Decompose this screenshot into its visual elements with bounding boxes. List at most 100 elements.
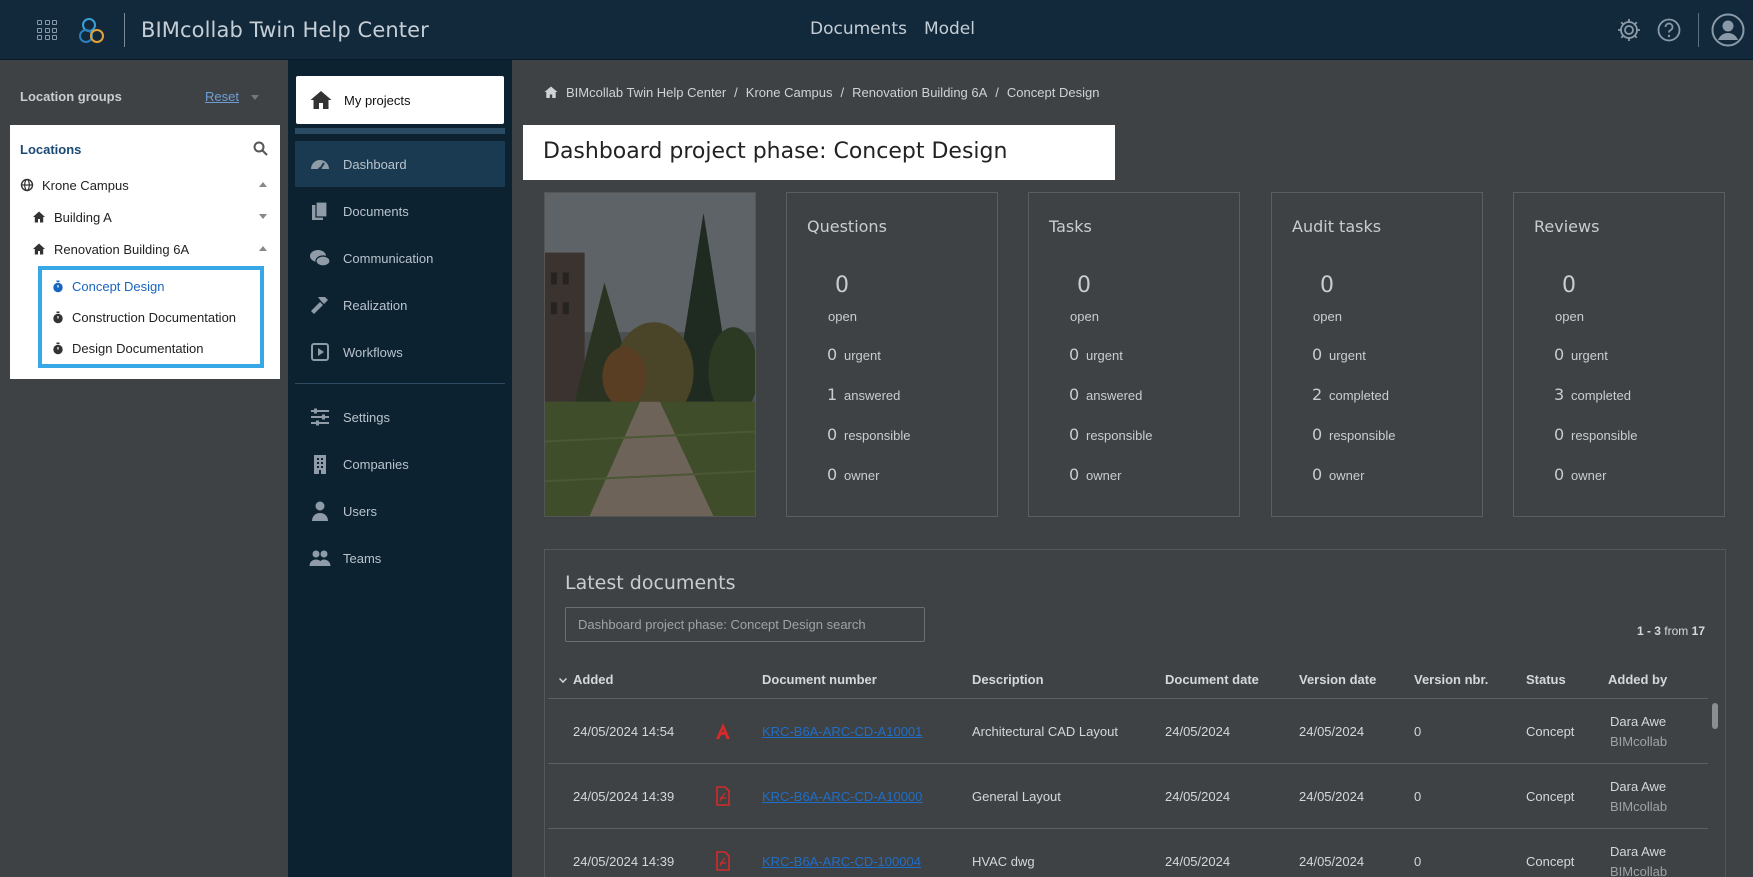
cell-added-by: Dara Awe BIMcollab [1610, 777, 1667, 817]
stat-label: urgent [844, 348, 881, 363]
stat-row[interactable]: 0 owner [1554, 465, 1606, 484]
cell-status: Concept [1526, 854, 1575, 869]
tree-item-krone-campus[interactable]: Krone Campus [20, 175, 129, 195]
stat-row[interactable]: 0 owner [1312, 465, 1364, 484]
tree-item-building-a[interactable]: Building A [32, 207, 112, 227]
stat-row[interactable]: 0 responsible [827, 425, 911, 444]
top-nav-documents[interactable]: Documents [810, 19, 907, 39]
nav-item-communication[interactable]: Communication [295, 235, 505, 281]
top-actions [1616, 0, 1753, 60]
breadcrumb-item[interactable]: Renovation Building 6A [852, 85, 987, 100]
nav-item-workflows[interactable]: Workflows [295, 329, 505, 375]
nav-item-realization[interactable]: Realization [295, 282, 505, 328]
gear-icon[interactable] [1616, 17, 1642, 43]
stat-row[interactable]: 0 responsible [1069, 425, 1153, 444]
phase-item-construction-documentation[interactable]: Construction Documentation [52, 307, 236, 327]
column-header-version-date[interactable]: Version date [1299, 672, 1376, 687]
chevron-down-icon[interactable] [259, 214, 267, 219]
card-title: Audit tasks [1292, 217, 1382, 236]
bimcollab-logo-icon[interactable] [78, 16, 108, 46]
stat-label: urgent [1571, 348, 1608, 363]
top-divider [1698, 13, 1699, 47]
nav-item-companies[interactable]: Companies [295, 441, 505, 487]
cell-added: 24/05/2024 14:54 [573, 724, 675, 739]
document-number-link[interactable]: KRC-B6A-ARC-CD-A10000 [762, 789, 922, 804]
stat-row[interactable]: 1 answered [827, 385, 900, 404]
reset-link[interactable]: Reset [205, 89, 239, 104]
chevron-up-icon[interactable] [259, 182, 267, 187]
app-title: BIMcollab Twin Help Center [141, 18, 429, 42]
cell-added: 24/05/2024 14:39 [573, 789, 675, 804]
stat-count: 0 [1069, 465, 1080, 484]
stat-row[interactable]: 0 responsible [1312, 425, 1396, 444]
stat-row[interactable]: 0 responsible [1554, 425, 1638, 444]
nav-item-label: Communication [343, 250, 434, 266]
user-avatar-icon[interactable] [1711, 13, 1745, 47]
side-navigation: My projects Dashboard Documents Communic… [288, 60, 512, 877]
stat-label: responsible [844, 428, 911, 443]
top-nav-model[interactable]: Model [924, 19, 975, 39]
stat-row[interactable]: 0 urgent [1554, 345, 1608, 364]
card-title: Questions [807, 217, 887, 236]
table-scrollbar[interactable] [1712, 703, 1718, 729]
column-header-document-number[interactable]: Document number [762, 672, 877, 687]
nav-item-label: Workflows [343, 344, 403, 360]
phase-item-design-documentation[interactable]: Design Documentation [52, 338, 204, 358]
chevron-down-icon[interactable] [251, 95, 259, 100]
nav-item-teams[interactable]: Teams [295, 535, 505, 581]
home-icon [33, 211, 45, 223]
stat-row[interactable]: 0 urgent [827, 345, 881, 364]
cell-description: HVAC dwg [972, 854, 1035, 869]
table-row[interactable]: 24/05/2024 14:39 KRC-B6A-ARC-CD-A10000 G… [548, 764, 1708, 829]
added-by-name: Dara Awe [1610, 844, 1667, 859]
autocad-icon [716, 723, 730, 739]
column-header-status[interactable]: Status [1526, 672, 1566, 687]
my-projects-divider [295, 128, 505, 134]
card-title: Tasks [1049, 217, 1092, 236]
stat-row[interactable]: 2 completed [1312, 385, 1389, 404]
stat-row[interactable]: 0 answered [1069, 385, 1142, 404]
help-icon[interactable] [1656, 17, 1682, 43]
search-icon[interactable] [253, 141, 268, 156]
chevron-up-icon[interactable] [259, 246, 267, 251]
column-header-version-nbr[interactable]: Version nbr. [1414, 672, 1488, 687]
nav-item-users[interactable]: Users [295, 488, 505, 534]
stat-row[interactable]: 0 urgent [1069, 345, 1123, 364]
pdf-icon [716, 851, 730, 871]
document-number-link[interactable]: KRC-B6A-ARC-CD-100004 [762, 854, 921, 869]
table-row[interactable]: 24/05/2024 14:39 KRC-B6A-ARC-CD-100004 H… [548, 829, 1708, 877]
nav-item-settings[interactable]: Settings [295, 394, 505, 440]
breadcrumb-item[interactable]: BIMcollab Twin Help Center [566, 85, 726, 100]
home-icon[interactable] [544, 86, 558, 99]
breadcrumb-separator: / [840, 85, 845, 100]
column-header-document-date[interactable]: Document date [1165, 672, 1259, 687]
app-grid-icon[interactable] [37, 20, 57, 40]
open-count: 0 [1077, 273, 1091, 298]
stat-row[interactable]: 0 owner [827, 465, 879, 484]
page-title-box: Dashboard project phase: Concept Design [523, 125, 1115, 180]
stat-row[interactable]: 3 completed [1554, 385, 1631, 404]
column-header-description[interactable]: Description [972, 672, 1044, 687]
tasks-card[interactable]: Tasks 0 open 0 urgent 0 answered 0 responsi… [1028, 192, 1240, 517]
questions-card[interactable]: Questions 0 open 0 urgent 1 answered 0 resp… [786, 192, 998, 517]
documents-search-input[interactable]: Dashboard project phase: Concept Design … [565, 607, 925, 642]
phase-item-concept-design[interactable]: Concept Design [52, 276, 165, 296]
reviews-card[interactable]: Reviews 0 open 0 urgent 3 completed 0 respo… [1513, 192, 1725, 517]
breadcrumb-item[interactable]: Krone Campus [746, 85, 833, 100]
stat-count: 3 [1554, 385, 1565, 404]
stat-row[interactable]: 0 urgent [1312, 345, 1366, 364]
my-projects-button[interactable]: My projects [296, 76, 504, 124]
column-header-added-by[interactable]: Added by [1608, 672, 1667, 687]
tree-item-renovation-building-6a[interactable]: Renovation Building 6A [32, 239, 189, 259]
added-by-name: Dara Awe [1610, 714, 1667, 729]
table-row[interactable]: 24/05/2024 14:54 KRC-B6A-ARC-CD-A10001 A… [548, 699, 1708, 764]
added-by-name: Dara Awe [1610, 779, 1667, 794]
nav-item-dashboard[interactable]: Dashboard [295, 141, 505, 187]
sort-chevron-icon[interactable] [559, 675, 567, 683]
document-number-link[interactable]: KRC-B6A-ARC-CD-A10001 [762, 724, 922, 739]
stat-count: 0 [1312, 465, 1323, 484]
audit-tasks-card[interactable]: Audit tasks 0 open 0 urgent 2 completed 0r… [1271, 192, 1483, 517]
nav-item-documents[interactable]: Documents [295, 188, 505, 234]
column-header-added[interactable]: Added [573, 672, 613, 687]
stat-row[interactable]: 0 owner [1069, 465, 1121, 484]
